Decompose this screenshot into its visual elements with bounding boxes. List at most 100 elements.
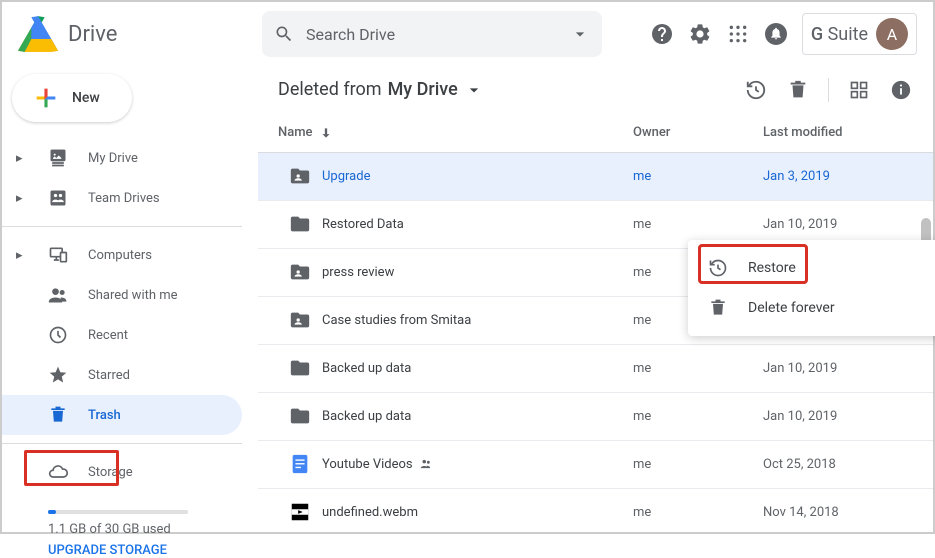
sidebar-item-label: Recent — [88, 328, 128, 343]
grid-view-icon[interactable] — [847, 78, 871, 102]
apps-icon[interactable] — [726, 22, 750, 46]
file-name: undefined.webm — [322, 505, 633, 520]
table-row[interactable]: Backed up datameJan 10, 2019 — [258, 345, 933, 393]
trash-icon — [48, 405, 68, 425]
sidebar-item-my-drive[interactable]: ▸My Drive — [2, 138, 242, 178]
file-type-icon — [278, 261, 322, 283]
breadcrumb-location: My Drive — [388, 79, 458, 100]
file-modified: Jan 10, 2019 — [763, 409, 913, 424]
file-type-icon — [278, 453, 322, 475]
col-name-header[interactable]: Name — [278, 125, 633, 140]
sidebar: New ▸My Drive ▸Team Drives ▸Computers Sh… — [2, 66, 258, 532]
notifications-icon[interactable] — [764, 22, 788, 46]
file-name: Upgrade — [322, 169, 633, 184]
sidebar-item-label: Trash — [88, 408, 121, 423]
plus-icon — [32, 84, 60, 112]
file-owner: me — [633, 505, 763, 520]
menu-item-restore[interactable]: Restore — [688, 248, 935, 288]
team-drives-icon — [48, 188, 68, 208]
file-name: Backed up data — [322, 409, 633, 424]
storage-bar — [48, 510, 188, 514]
search-box[interactable] — [262, 11, 602, 57]
sidebar-item-recent[interactable]: Recent — [2, 315, 242, 355]
cloud-icon — [48, 462, 68, 482]
sidebar-item-team-drives[interactable]: ▸Team Drives — [2, 178, 242, 218]
sort-arrow-icon — [319, 126, 333, 140]
new-button[interactable]: New — [12, 74, 132, 122]
sidebar-item-trash[interactable]: Trash — [2, 395, 242, 435]
computers-icon — [48, 245, 68, 265]
sidebar-item-label: My Drive — [88, 151, 138, 166]
file-modified: Oct 25, 2018 — [763, 457, 913, 472]
table-row[interactable]: Backed up datameJan 10, 2019 — [258, 393, 933, 441]
logo-area[interactable]: Drive — [18, 14, 254, 54]
file-type-icon — [278, 405, 322, 427]
table-row[interactable]: Youtube Videos meOct 25, 2018 — [258, 441, 933, 489]
toolbar: Deleted from My Drive — [258, 66, 933, 113]
menu-item-label: Restore — [748, 260, 796, 276]
sidebar-item-storage[interactable]: Storage — [2, 452, 242, 492]
my-drive-icon — [48, 148, 68, 168]
restore-action-icon[interactable] — [744, 78, 768, 102]
context-menu: Restore Delete forever — [688, 240, 935, 336]
shared-icon — [48, 285, 68, 305]
restore-icon — [708, 258, 728, 278]
search-input[interactable] — [306, 25, 558, 44]
file-name: Backed up data — [322, 361, 633, 376]
table-row[interactable]: undefined.webmmeNov 14, 2018 — [258, 489, 933, 532]
column-headers: Name Owner Last modified — [258, 113, 933, 153]
file-name: press review — [322, 265, 633, 280]
help-icon[interactable] — [650, 22, 674, 46]
file-type-icon — [278, 501, 322, 523]
file-type-icon — [278, 357, 322, 379]
file-owner: me — [633, 409, 763, 424]
new-button-label: New — [72, 90, 100, 106]
breadcrumb[interactable]: Deleted from My Drive — [278, 79, 484, 100]
sidebar-item-label: Team Drives — [88, 191, 160, 206]
sidebar-item-label: Shared with me — [88, 288, 178, 303]
storage-used-text: 1.1 GB of 30 GB used — [48, 522, 258, 537]
chevron-down-icon — [464, 80, 484, 100]
col-owner-header[interactable]: Owner — [633, 125, 763, 140]
col-modified-header[interactable]: Last modified — [763, 125, 913, 140]
file-type-icon — [278, 309, 322, 331]
breadcrumb-prefix: Deleted from — [278, 79, 382, 100]
sidebar-item-computers[interactable]: ▸Computers — [2, 235, 242, 275]
sidebar-item-starred[interactable]: Starred — [2, 355, 242, 395]
dropdown-icon[interactable] — [570, 24, 590, 44]
menu-item-label: Delete forever — [748, 300, 835, 316]
gsuite-badge[interactable]: G Suite A — [802, 13, 917, 55]
upgrade-storage-link[interactable]: UPGRADE STORAGE — [48, 543, 258, 558]
file-modified: Nov 14, 2018 — [763, 505, 913, 520]
drive-logo-icon — [18, 14, 58, 54]
file-modified: Jan 10, 2019 — [763, 361, 913, 376]
sidebar-item-label: Storage — [88, 465, 133, 480]
file-type-icon — [278, 213, 322, 235]
storage-section: 1.1 GB of 30 GB used UPGRADE STORAGE — [2, 492, 258, 558]
table-row[interactable]: UpgrademeJan 3, 2019 — [258, 153, 933, 201]
header: Drive G Suite A — [2, 2, 933, 66]
sidebar-item-label: Starred — [88, 368, 130, 383]
search-icon — [274, 24, 294, 44]
sidebar-item-shared[interactable]: Shared with me — [2, 275, 242, 315]
info-icon[interactable] — [889, 78, 913, 102]
file-modified: Jan 10, 2019 — [763, 217, 913, 232]
delete-action-icon[interactable] — [786, 78, 810, 102]
gsuite-label: G Suite — [811, 24, 868, 45]
sidebar-item-label: Computers — [88, 248, 152, 263]
avatar[interactable]: A — [876, 18, 908, 50]
file-name: Restored Data — [322, 217, 633, 232]
settings-icon[interactable] — [688, 22, 712, 46]
file-owner: me — [633, 361, 763, 376]
file-owner: me — [633, 169, 763, 184]
trash-icon — [708, 298, 728, 318]
file-owner: me — [633, 457, 763, 472]
app-name: Drive — [68, 22, 117, 47]
star-icon — [48, 365, 68, 385]
header-actions: G Suite A — [650, 13, 917, 55]
recent-icon — [48, 325, 68, 345]
file-name: Case studies from Smitaa — [322, 313, 633, 328]
file-owner: me — [633, 217, 763, 232]
menu-item-delete-forever[interactable]: Delete forever — [688, 288, 935, 328]
file-name: Youtube Videos — [322, 457, 633, 472]
